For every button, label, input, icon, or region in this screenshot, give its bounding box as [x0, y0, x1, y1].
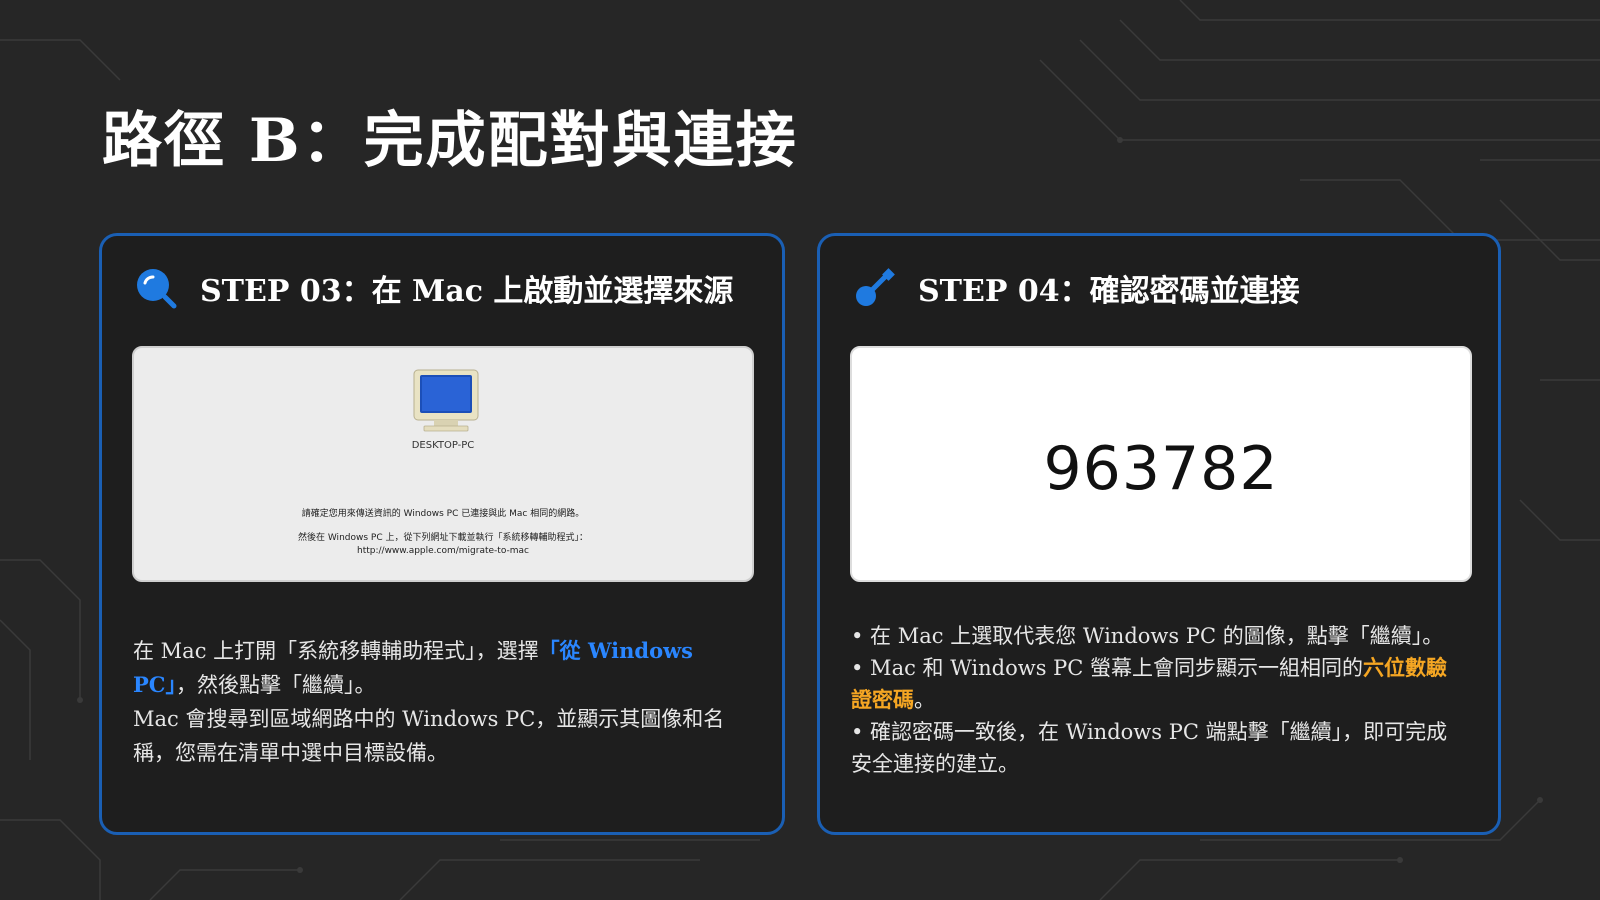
step4-bullet-2-end: 。	[914, 688, 935, 712]
step4-card: STEP 04：確認密碼並連接 963782 • 在 Mac 上選取代表您 Wi…	[817, 233, 1501, 835]
step4-header: STEP 04：確認密碼並連接	[852, 266, 1300, 310]
step3-desc-text: 在 Mac 上打開「系統移轉輔助程式」，選擇	[133, 639, 539, 663]
step4-description: • 在 Mac 上選取代表您 Windows PC 的圖像，點擊「繼續」。 • …	[851, 620, 1463, 780]
step3-desc-text-2: ，然後點擊「繼續」。	[176, 673, 376, 697]
step4-bullet-3: • 確認密碼一致後，在 Windows PC 端點擊「繼續」，即可完成安全連接的…	[851, 720, 1448, 776]
download-url: http://www.apple.com/migrate-to-mac	[357, 546, 529, 556]
verification-code-screenshot: 963782	[850, 346, 1472, 582]
network-instruction: 請確定您用來傳送資訊的 Windows PC 已連接與此 Mac 相同的網路。	[301, 509, 585, 519]
step4-bullet-2: • Mac 和 Windows PC 螢幕上會同步顯示一組相同的六位數驗證密碼。	[851, 652, 1463, 716]
step3-card: STEP 03：在 Mac 上啟動並選擇來源 DESKTOP-PC 請確定您用來…	[99, 233, 785, 835]
step3-description: 在 Mac 上打開「系統移轉輔助程式」，選擇「從 Windows PC」，然後點…	[133, 634, 733, 770]
step3-header: STEP 03：在 Mac 上啟動並選擇來源	[134, 266, 733, 310]
download-instruction: 然後在 Windows PC 上，從下列網址下載並執行「系統移轉輔助程式」：	[298, 533, 588, 543]
search-icon	[137, 269, 177, 309]
device-name-label: DESKTOP-PC	[411, 440, 475, 451]
step3-desc-paragraph: Mac 會搜尋到區域網路中的 Windows PC，並顯示其圖像和名稱，您需在清…	[133, 707, 725, 765]
key-icon	[856, 268, 895, 306]
step4-bullet-1: • 在 Mac 上選取代表您 Windows PC 的圖像，點擊「繼續」。	[851, 624, 1444, 648]
migration-assistant-screenshot: DESKTOP-PC 請確定您用來傳送資訊的 Windows PC 已連接與此 …	[132, 346, 754, 582]
page-title: 路徑 B：完成配對與連接	[102, 106, 798, 176]
step4-bullet-2-text: • Mac 和 Windows PC 螢幕上會同步顯示一組相同的	[851, 656, 1364, 680]
verification-code: 963782	[1043, 434, 1279, 504]
windows-pc-icon[interactable]	[412, 368, 480, 432]
step3-title: STEP 03：在 Mac 上啟動並選擇來源	[200, 274, 734, 309]
step4-title: STEP 04：確認密碼並連接	[918, 274, 1300, 309]
